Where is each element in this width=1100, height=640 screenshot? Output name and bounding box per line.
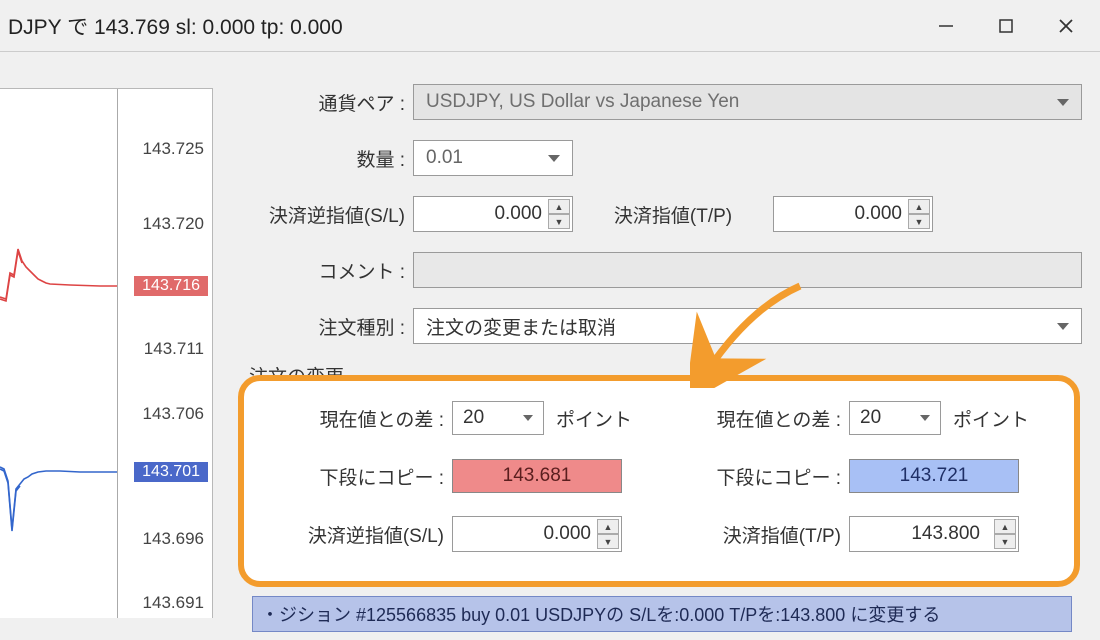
- comment-input[interactable]: [413, 252, 1082, 288]
- mod-sl-spinner[interactable]: ▲▼: [597, 519, 619, 549]
- mod-sl-label: 決済逆指値(S/L): [262, 521, 452, 548]
- copy-button-sl[interactable]: 143.681: [452, 459, 622, 493]
- axis-tick: 143.691: [143, 593, 204, 613]
- price-axis: 143.725 143.720 143.716 143.711 143.706 …: [117, 89, 212, 618]
- tp-input[interactable]: 0.000 ▲▼: [773, 196, 933, 232]
- sl-spinner[interactable]: ▲▼: [548, 199, 570, 229]
- diff-label-left: 現在値との差 :: [262, 405, 452, 432]
- minimize-button[interactable]: [916, 6, 976, 46]
- axis-tick: 143.711: [144, 339, 204, 359]
- axis-tick: 143.696: [143, 529, 204, 549]
- ordertype-label: 注文種別 :: [233, 313, 413, 340]
- diff-label-right: 現在値との差 :: [659, 405, 849, 432]
- sl-label: 決済逆指値(S/L): [233, 201, 413, 228]
- modify-submit-button[interactable]: ・ジション #125566835 buy 0.01 USDJPYの S/Lを:0…: [252, 596, 1072, 632]
- diff-select-right[interactable]: 20: [849, 401, 941, 435]
- mod-tp-label: 決済指値(T/P): [659, 521, 849, 548]
- bid-price-tag: 143.701: [134, 462, 208, 482]
- diff-unit-left: ポイント: [556, 405, 632, 432]
- sl-input[interactable]: 0.000 ▲▼: [413, 196, 573, 232]
- copy-label-right: 下段にコピー :: [659, 463, 849, 490]
- tick-chart: 143.725 143.720 143.716 143.711 143.706 …: [0, 88, 213, 618]
- chart-lines: [0, 89, 118, 618]
- symbol-select[interactable]: USDJPY, US Dollar vs Japanese Yen: [413, 84, 1082, 120]
- copy-button-tp[interactable]: 143.721: [849, 459, 1019, 493]
- tp-label: 決済指値(T/P): [573, 201, 773, 228]
- diff-select-left[interactable]: 20: [452, 401, 544, 435]
- ordertype-select[interactable]: 注文の変更または取消: [413, 308, 1082, 344]
- comment-label: コメント :: [233, 257, 413, 284]
- axis-tick: 143.706: [143, 404, 204, 424]
- window-title: DJPY で 143.769 sl: 0.000 tp: 0.000: [8, 11, 916, 41]
- axis-tick: 143.725: [143, 139, 204, 159]
- diff-unit-right: ポイント: [953, 405, 1029, 432]
- maximize-button[interactable]: [976, 6, 1036, 46]
- tp-spinner[interactable]: ▲▼: [908, 199, 930, 229]
- volume-label: 数量 :: [233, 145, 413, 172]
- axis-tick: 143.720: [143, 214, 204, 234]
- copy-label-left: 下段にコピー :: [262, 463, 452, 490]
- ask-price-tag: 143.716: [134, 276, 208, 296]
- window-controls: [916, 6, 1096, 46]
- mod-tp-input[interactable]: 143.800 ▲▼: [849, 516, 1019, 552]
- titlebar: DJPY で 143.769 sl: 0.000 tp: 0.000: [0, 0, 1100, 52]
- close-button[interactable]: [1036, 6, 1096, 46]
- symbol-label: 通貨ペア :: [233, 89, 413, 116]
- volume-input[interactable]: 0.01: [413, 140, 573, 176]
- modify-highlight-panel: 現在値との差 : 20 ポイント 現在値との差 : 20 ポイント 下段にコピー…: [238, 375, 1080, 587]
- mod-tp-spinner[interactable]: ▲▼: [994, 519, 1016, 549]
- mod-sl-input[interactable]: 0.000 ▲▼: [452, 516, 622, 552]
